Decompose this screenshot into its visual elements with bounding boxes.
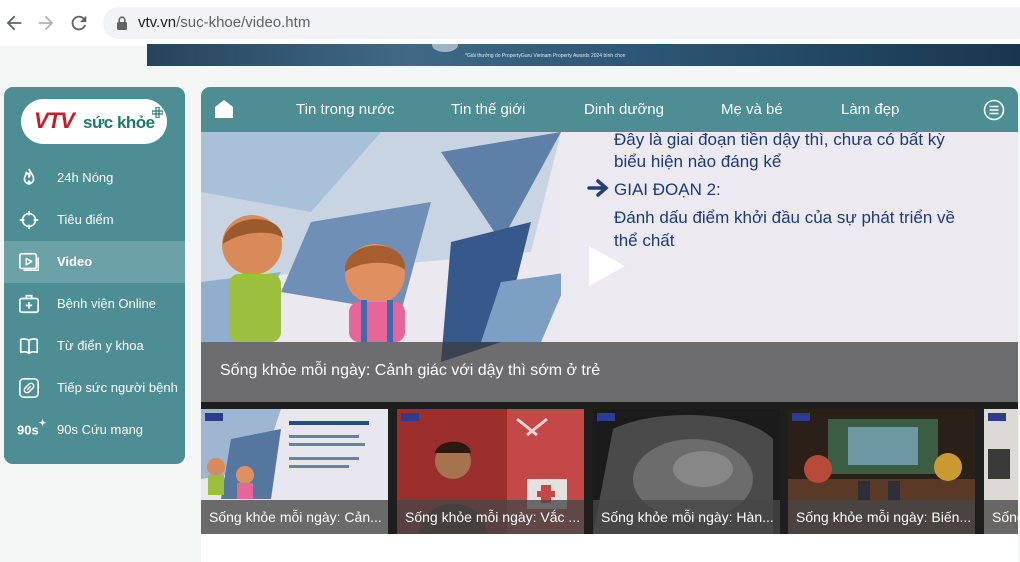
sidebar-item-label: Video bbox=[57, 254, 93, 269]
nav-item-me-va-be[interactable]: Mẹ và bé bbox=[721, 101, 783, 118]
slide-text-line: Đây là giai đoạn tiền dậy thì, chưa có b… bbox=[614, 132, 945, 149]
video-icon bbox=[19, 252, 39, 271]
banner-caption: *Giải thưởng do PropertyGuru Vietnam Pro… bbox=[465, 53, 626, 59]
logo-name-text: sức khỏe bbox=[83, 113, 155, 132]
thumbnail-title: Sống khỏe mỗi ngày: Vắc ... bbox=[405, 509, 581, 525]
nav-item-tin-trong-nuoc[interactable]: Tin trong nước bbox=[296, 101, 395, 118]
nav-item-lam-dep[interactable]: Làm đẹp bbox=[841, 101, 899, 118]
forward-arrow-icon[interactable] bbox=[35, 12, 57, 34]
vtv-suc-khoe-logo[interactable]: VTV sức khỏe bbox=[21, 99, 167, 144]
sidebar-item-label: 24h Nóng bbox=[57, 170, 114, 185]
back-arrow-icon[interactable] bbox=[3, 12, 25, 34]
thumbnail-caption: Sống khỏe mỗi ngày: Cản... bbox=[201, 500, 388, 534]
video-thumbnail[interactable]: Sống khỏe mỗi ngày: Vắc ... bbox=[397, 409, 584, 534]
thumbnail-caption: Sống khỏe mỗi ngày: Biến... bbox=[788, 500, 975, 534]
sidebar-item-90s-cuu-mang[interactable]: 90s✦ 90s Cứu mạng bbox=[4, 409, 185, 451]
sidebar-item-label: 90s Cứu mạng bbox=[57, 422, 144, 437]
ad-banner[interactable]: *Giải thưởng do PropertyGuru Vietnam Pro… bbox=[147, 44, 1020, 66]
home-icon[interactable] bbox=[214, 99, 234, 119]
thumbnail-title: Sống khỏe mỗi ngày: Cản... bbox=[209, 509, 382, 525]
sidebar-item-label: Tiêu điểm bbox=[57, 212, 114, 227]
sidebar-item-video[interactable]: Video bbox=[4, 241, 185, 283]
sidebar-item-label: Tiếp sức người bệnh bbox=[57, 380, 178, 395]
lock-icon bbox=[117, 16, 127, 30]
90s-badge-icon: 90s✦ bbox=[17, 418, 47, 438]
video-caption-bar[interactable]: Sống khỏe mỗi ngày: Cảnh giác với dậy th… bbox=[201, 342, 1018, 402]
video-thumbnail[interactable]: Sống bbox=[984, 409, 1018, 534]
logo-vtv-text: VTV bbox=[34, 108, 75, 133]
url-text: vtv.vn/suc-khoe/video.htm bbox=[138, 14, 311, 31]
fire-icon bbox=[23, 168, 35, 185]
thumbnail-caption: Sống bbox=[984, 500, 1018, 534]
reload-icon[interactable] bbox=[68, 12, 90, 34]
slide-text-line: biểu hiện nào đáng kể bbox=[614, 152, 782, 171]
featured-video[interactable]: Đây là giai đoạn tiền dậy thì, chưa có b… bbox=[201, 132, 1018, 402]
nav-item-tin-the-gioi[interactable]: Tin thế giới bbox=[451, 101, 525, 118]
sidebar-item-tu-dien-y-khoa[interactable]: Từ điển y khoa bbox=[4, 325, 185, 367]
video-thumbnail[interactable]: Sống khỏe mỗi ngày: Biến... bbox=[788, 409, 975, 534]
thumbnail-title: Sống khỏe mỗi ngày: Hàn... bbox=[601, 509, 774, 525]
book-icon bbox=[19, 338, 39, 355]
thumbnail-title: Sống bbox=[992, 509, 1018, 525]
address-bar[interactable]: vtv.vn/suc-khoe/video.htm bbox=[103, 7, 1020, 39]
top-navigation: Tin trong nước Tin thế giới Dinh dưỡng M… bbox=[201, 87, 1018, 132]
video-title[interactable]: Sống khỏe mỗi ngày: Cảnh giác với dậy th… bbox=[220, 362, 600, 380]
sidebar-item-label: Từ điển y khoa bbox=[57, 338, 144, 353]
sidebar-item-24h-nong[interactable]: 24h Nóng bbox=[4, 157, 185, 199]
sidebar-item-tieu-diem[interactable]: Tiêu điểm bbox=[4, 199, 185, 241]
play-icon[interactable] bbox=[587, 244, 627, 288]
thumbnail-title: Sống khỏe mỗi ngày: Biến... bbox=[796, 509, 972, 525]
sidebar: VTV sức khỏe 24h Nóng Tiêu điểm Video Bệ… bbox=[4, 87, 185, 464]
badge-text: 90s bbox=[17, 422, 39, 438]
thumbnail-caption: Sống khỏe mỗi ngày: Vắc ... bbox=[397, 500, 584, 534]
plus-icon bbox=[152, 107, 163, 118]
pills-icon bbox=[19, 378, 39, 398]
content-area bbox=[201, 534, 1018, 562]
browser-toolbar: vtv.vn/suc-khoe/video.htm bbox=[0, 0, 1020, 46]
video-thumbnail[interactable]: Sống khỏe mỗi ngày: Hàn... bbox=[593, 409, 780, 534]
hospital-icon bbox=[19, 294, 39, 314]
sidebar-item-label: Bệnh viện Online bbox=[57, 296, 157, 311]
thumbnail-caption: Sống khỏe mỗi ngày: Hàn... bbox=[593, 500, 780, 534]
sidebar-item-tiep-suc-nguoi-benh[interactable]: Tiếp sức người bệnh bbox=[4, 367, 185, 409]
slide-heading: GIAI ĐOẠN 2: bbox=[614, 180, 721, 199]
banner-graphic bbox=[432, 44, 458, 52]
video-thumbnail[interactable]: Sống khỏe mỗi ngày: Cản... bbox=[201, 409, 388, 534]
sidebar-item-benh-vien-online[interactable]: Bệnh viện Online bbox=[4, 283, 185, 325]
nav-item-dinh-duong[interactable]: Dinh dưỡng bbox=[584, 101, 664, 118]
hamburger-menu-icon[interactable] bbox=[983, 99, 1005, 121]
slide-text-line: Đánh dấu điểm khởi đầu của sự phát triển… bbox=[614, 208, 956, 227]
target-icon bbox=[19, 210, 39, 230]
video-thumbnail-strip: Sống khỏe mỗi ngày: Cản... Sống khỏe mỗi… bbox=[201, 402, 1018, 534]
